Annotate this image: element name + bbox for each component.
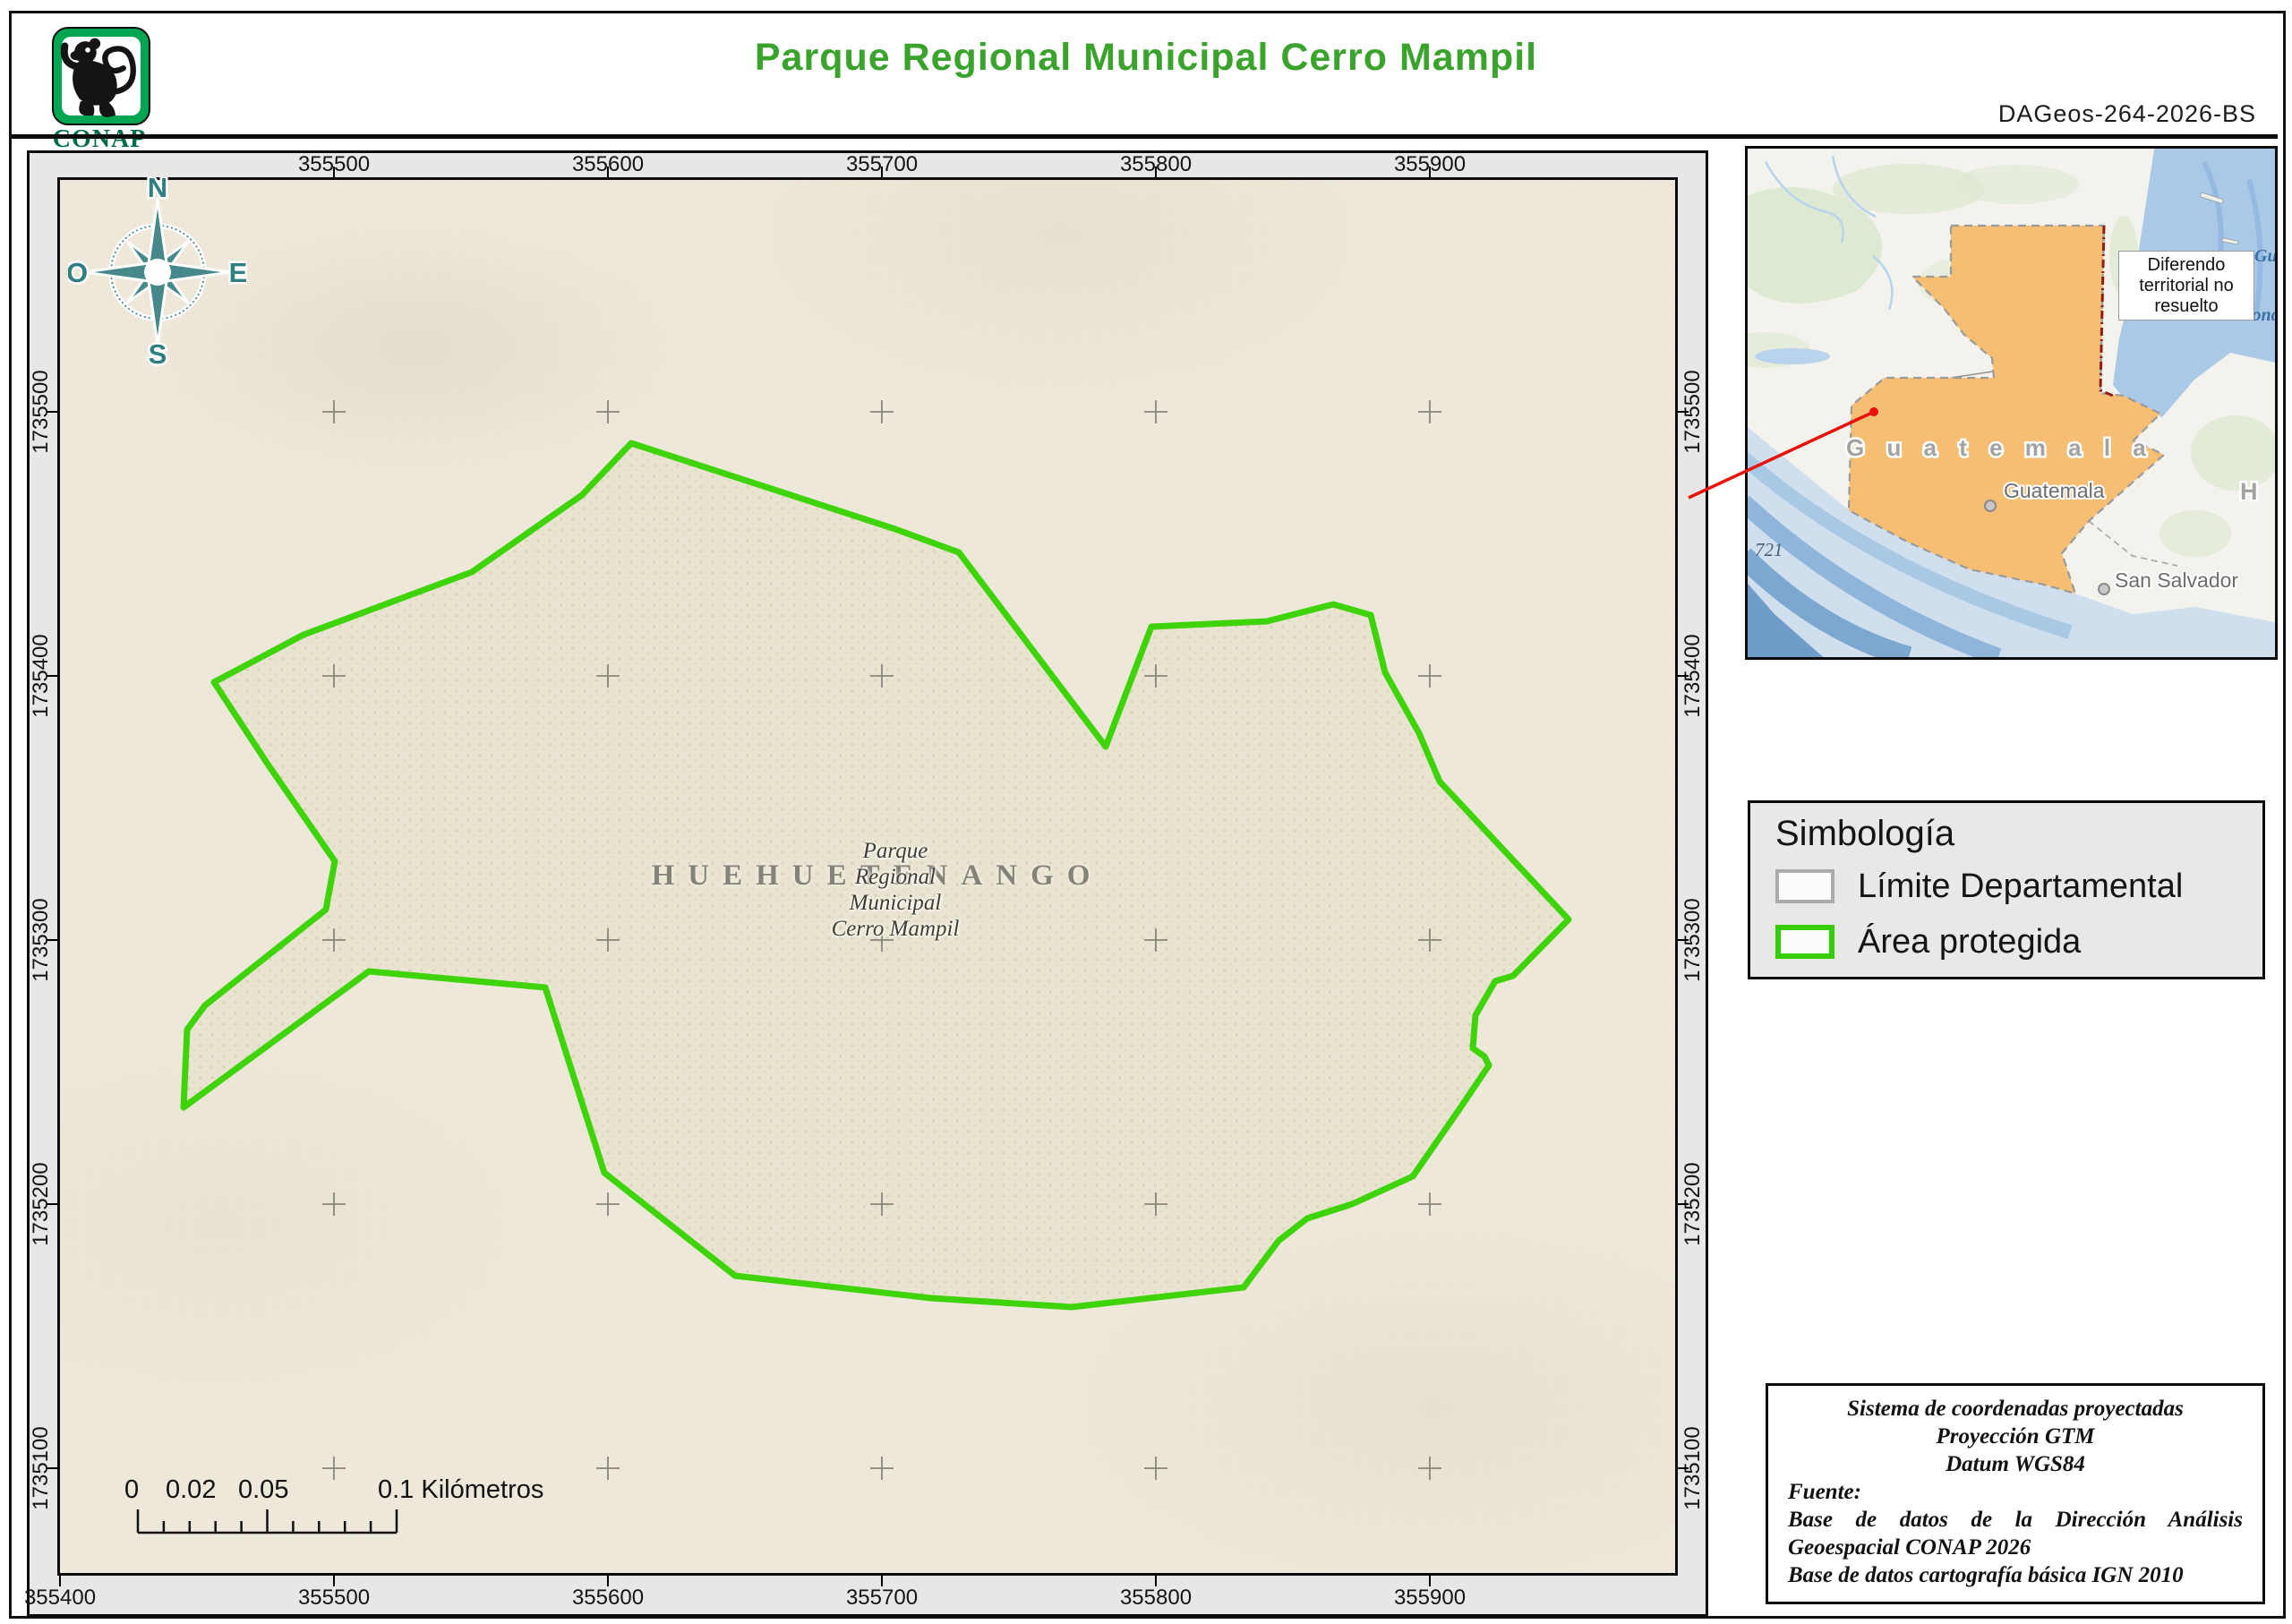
axis-tick: [1678, 1203, 1689, 1205]
info-box: Sistema de coordenadas proyectadas Proye…: [1766, 1383, 2265, 1604]
x-axis-label-bottom: 355900: [1385, 1586, 1475, 1610]
axis-tick: [1678, 411, 1689, 413]
compass-north-label: N: [148, 177, 167, 203]
inset-lagoon: [1755, 348, 1830, 364]
compass-rose-icon: N S E O: [68, 177, 247, 367]
page-title: Parque Regional Municipal Cerro Mampil: [0, 36, 2292, 80]
axis-tick: [47, 939, 57, 941]
park-name-line: Cerro Mampil: [757, 916, 1034, 942]
inset-depth-label: 721: [1755, 539, 1783, 560]
crs-line: Sistema de coordenadas proyectadas: [1788, 1395, 2243, 1423]
axis-tick: [1429, 167, 1431, 177]
compass-south-label: S: [149, 338, 167, 367]
note-line: Diferendo: [2119, 255, 2254, 276]
legend-item-label: Límite Departamental: [1858, 868, 2183, 906]
axis-tick: [1678, 939, 1689, 941]
axis-tick: [47, 1467, 57, 1469]
scale-bar: [125, 1502, 421, 1538]
axis-tick: [1155, 1576, 1157, 1586]
axis-tick: [47, 411, 57, 413]
crs-line: Proyección GTM: [1788, 1423, 2243, 1450]
scale-label-002: 0.02: [166, 1475, 216, 1505]
x-axis-label-bottom: 355400: [15, 1586, 105, 1610]
crs-line: Datum WGS84: [1788, 1450, 2243, 1478]
x-axis-label-bottom: 355700: [837, 1586, 927, 1610]
source-title: Fuente:: [1788, 1478, 2243, 1506]
axis-tick: [333, 1576, 335, 1586]
note-line: territorial no: [2119, 276, 2254, 296]
scale-label-0: 0: [124, 1475, 139, 1505]
axis-tick: [59, 1576, 61, 1586]
departmental-limit-swatch: [1775, 869, 1834, 903]
axis-tick: [881, 1576, 883, 1586]
axis-tick: [607, 1576, 609, 1586]
axis-tick: [1678, 675, 1689, 677]
inset-guatemala-city-dot: [1985, 500, 1996, 511]
document-id: DAGeos-264-2026-BS: [1998, 100, 2256, 128]
inset-city2-label: San Salvador: [2115, 568, 2238, 592]
axis-tick: [881, 167, 883, 177]
axis-tick: [47, 1203, 57, 1205]
axis-tick: [333, 167, 335, 177]
header-divider: [12, 134, 2278, 139]
park-name-line: Regional: [757, 864, 1034, 890]
legend-item-label: Área protegida: [1858, 923, 2081, 962]
park-name-line: Municipal: [757, 890, 1034, 916]
park-name-label: Parque Regional Municipal Cerro Mampil: [757, 838, 1034, 942]
inset-leader-line: [1681, 401, 1884, 509]
axis-tick: [1429, 1576, 1431, 1586]
x-axis-label-bottom: 355500: [289, 1586, 379, 1610]
compass-west-label: O: [68, 257, 88, 288]
axis-tick: [1678, 1467, 1689, 1469]
x-axis-label-bottom: 355600: [563, 1586, 653, 1610]
inset-water-label-1: Gu: [2254, 246, 2275, 266]
axis-tick: [1155, 167, 1157, 177]
note-line: resuelto: [2119, 296, 2254, 317]
inset-san-salvador-dot: [2099, 584, 2109, 594]
park-name-line: Parque: [757, 838, 1034, 864]
x-axis-label-bottom: 355800: [1111, 1586, 1201, 1610]
source-line: Base de datos cartografía básica IGN 201…: [1788, 1561, 2243, 1589]
scale-label-01km: 0.1 Kilómetros: [378, 1475, 543, 1505]
territorial-note: Diferendo territorial no resuelto: [2118, 251, 2254, 321]
inset-country-label: G u a t e m a l a: [1846, 434, 2154, 461]
compass-east-label: E: [229, 257, 247, 288]
scale-label-005: 0.05: [238, 1475, 288, 1505]
axis-tick: [47, 675, 57, 677]
legend: Simbología Límite Departamental Área pro…: [1748, 800, 2265, 979]
protected-area-swatch: [1775, 925, 1834, 959]
map-sheet: CONAP Parque Regional Municipal Cerro Ma…: [0, 0, 2292, 1624]
inset-honduras-partial-label: H o: [2240, 478, 2275, 505]
inset-city-label: Guatemala: [2004, 479, 2105, 502]
axis-tick: [607, 167, 609, 177]
legend-title: Simbología: [1775, 814, 1954, 854]
source-line: Base de datos de la Dirección Análisis G…: [1788, 1506, 2243, 1561]
